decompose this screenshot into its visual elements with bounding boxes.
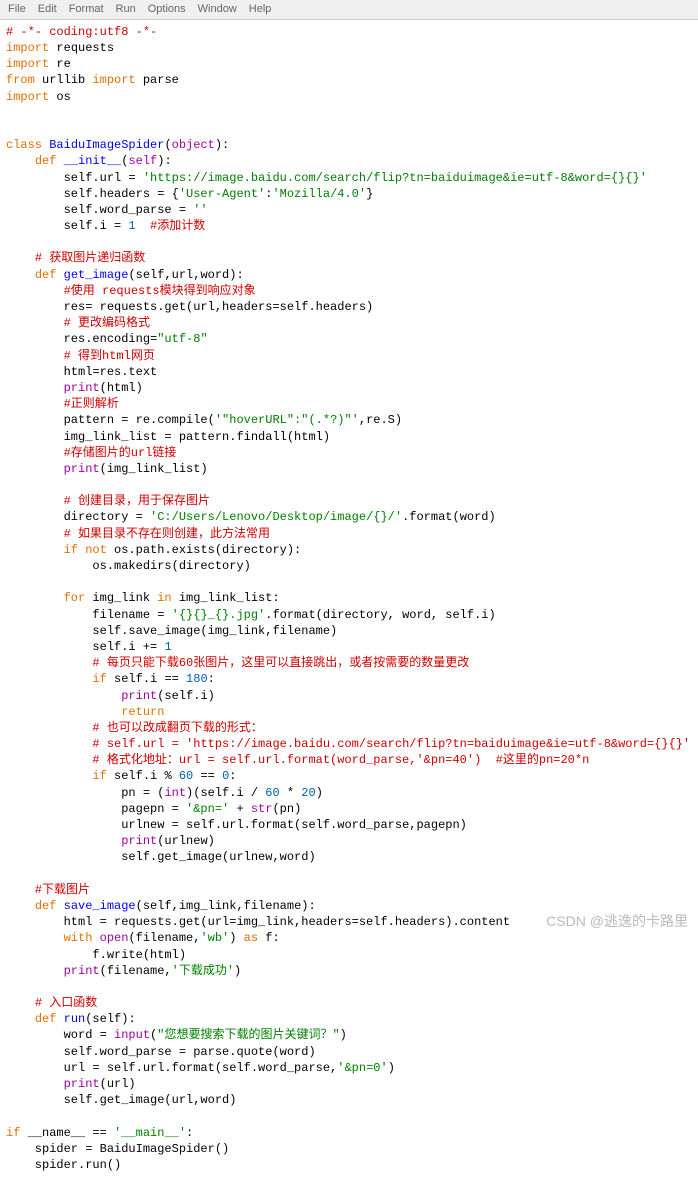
code-line: self.i += 1	[6, 639, 692, 655]
code-line	[6, 121, 692, 137]
code-line: res.encoding="utf-8"	[6, 331, 692, 347]
code-line: #使用 requests模块得到响应对象	[6, 283, 692, 299]
menu-item[interactable]: Edit	[38, 2, 57, 17]
code-line	[6, 1108, 692, 1124]
menu-item[interactable]: Window	[198, 2, 237, 17]
code-line: self.get_image(urlnew,word)	[6, 849, 692, 865]
code-line: html=res.text	[6, 364, 692, 380]
code-line: #正则解析	[6, 396, 692, 412]
code-line: os.makedirs(directory)	[6, 558, 692, 574]
menu-bar: File Edit Format Run Options Window Help	[0, 0, 698, 20]
code-line: with open(filename,'wb') as f:	[6, 930, 692, 946]
code-line: import requests	[6, 40, 692, 56]
code-line: print(html)	[6, 380, 692, 396]
code-line: print(self.i)	[6, 688, 692, 704]
code-line: # 格式化地址：url = self.url.format(word_parse…	[6, 752, 692, 768]
code-line: url = self.url.format(self.word_parse,'&…	[6, 1060, 692, 1076]
menu-item[interactable]: File	[8, 2, 26, 17]
code-line: self.i = 1 #添加计数	[6, 218, 692, 234]
code-line: print(img_link_list)	[6, 461, 692, 477]
code-line: self.save_image(img_link,filename)	[6, 623, 692, 639]
code-line: res= requests.get(url,headers=self.heade…	[6, 299, 692, 315]
code-line: def __init__(self):	[6, 153, 692, 169]
code-line: self.word_parse = ''	[6, 202, 692, 218]
code-line	[6, 866, 692, 882]
watermark: CSDN @逃逸的卡路里	[546, 912, 688, 931]
code-line: word = input("您想要搜索下载的图片关键词？")	[6, 1027, 692, 1043]
code-line: spider.run()	[6, 1157, 692, 1173]
code-area: # -*- coding:utf8 -*-import requestsimpo…	[0, 20, 698, 1177]
code-line: self.url = 'https://image.baidu.com/sear…	[6, 170, 692, 186]
code-line: def run(self):	[6, 1011, 692, 1027]
code-line: pagepn = '&pn=' + str(pn)	[6, 801, 692, 817]
code-line: pattern = re.compile('"hoverURL":"(.*?)"…	[6, 412, 692, 428]
code-line: import os	[6, 89, 692, 105]
code-line: #下载图片	[6, 882, 692, 898]
code-line: # 入口函数	[6, 995, 692, 1011]
code-line: img_link_list = pattern.findall(html)	[6, 429, 692, 445]
code-line: def get_image(self,url,word):	[6, 267, 692, 283]
code-line	[6, 574, 692, 590]
code-line: # 创建目录，用于保存图片	[6, 493, 692, 509]
code-line: print(url)	[6, 1076, 692, 1092]
code-line: # -*- coding:utf8 -*-	[6, 24, 692, 40]
code-line: print(urlnew)	[6, 833, 692, 849]
code-line: if self.i % 60 == 0:	[6, 768, 692, 784]
code-line: self.word_parse = parse.quote(word)	[6, 1044, 692, 1060]
code-line: return	[6, 704, 692, 720]
code-line: # 得到html网页	[6, 348, 692, 364]
code-line: f.write(html)	[6, 947, 692, 963]
code-line: self.get_image(url,word)	[6, 1092, 692, 1108]
code-line: import re	[6, 56, 692, 72]
code-line: if not os.path.exists(directory):	[6, 542, 692, 558]
menu-item[interactable]: Options	[148, 2, 186, 17]
code-line: if self.i == 180:	[6, 671, 692, 687]
code-line: spider = BaiduImageSpider()	[6, 1141, 692, 1157]
code-line: # 如果目录不存在则创建，此方法常用	[6, 526, 692, 542]
code-line: if __name__ == '__main__':	[6, 1125, 692, 1141]
menu-item[interactable]: Format	[69, 2, 104, 17]
code-line	[6, 477, 692, 493]
code-line	[6, 234, 692, 250]
code-line: urlnew = self.url.format(self.word_parse…	[6, 817, 692, 833]
menu-item[interactable]: Help	[249, 2, 272, 17]
code-line: class BaiduImageSpider(object):	[6, 137, 692, 153]
code-line: # 更改编码格式	[6, 315, 692, 331]
code-line: print(filename,'下载成功')	[6, 963, 692, 979]
code-line: self.headers = {'User-Agent':'Mozilla/4.…	[6, 186, 692, 202]
menu-item[interactable]: Run	[116, 2, 136, 17]
code-line: # 获取图片递归函数	[6, 250, 692, 266]
code-line: # 每页只能下载60张图片，这里可以直接跳出，或者按需要的数量更改	[6, 655, 692, 671]
code-line: #存储图片的url链接	[6, 445, 692, 461]
code-line: # 也可以改成翻页下载的形式：	[6, 720, 692, 736]
code-line: pn = (int)(self.i / 60 * 20)	[6, 785, 692, 801]
code-line: # self.url = 'https://image.baidu.com/se…	[6, 736, 692, 752]
code-line: for img_link in img_link_list:	[6, 590, 692, 606]
code-line: from urllib import parse	[6, 72, 692, 88]
code-line	[6, 105, 692, 121]
code-line	[6, 979, 692, 995]
code-line: directory = 'C:/Users/Lenovo/Desktop/ima…	[6, 509, 692, 525]
code-line: filename = '{}{}_{}.jpg'.format(director…	[6, 607, 692, 623]
